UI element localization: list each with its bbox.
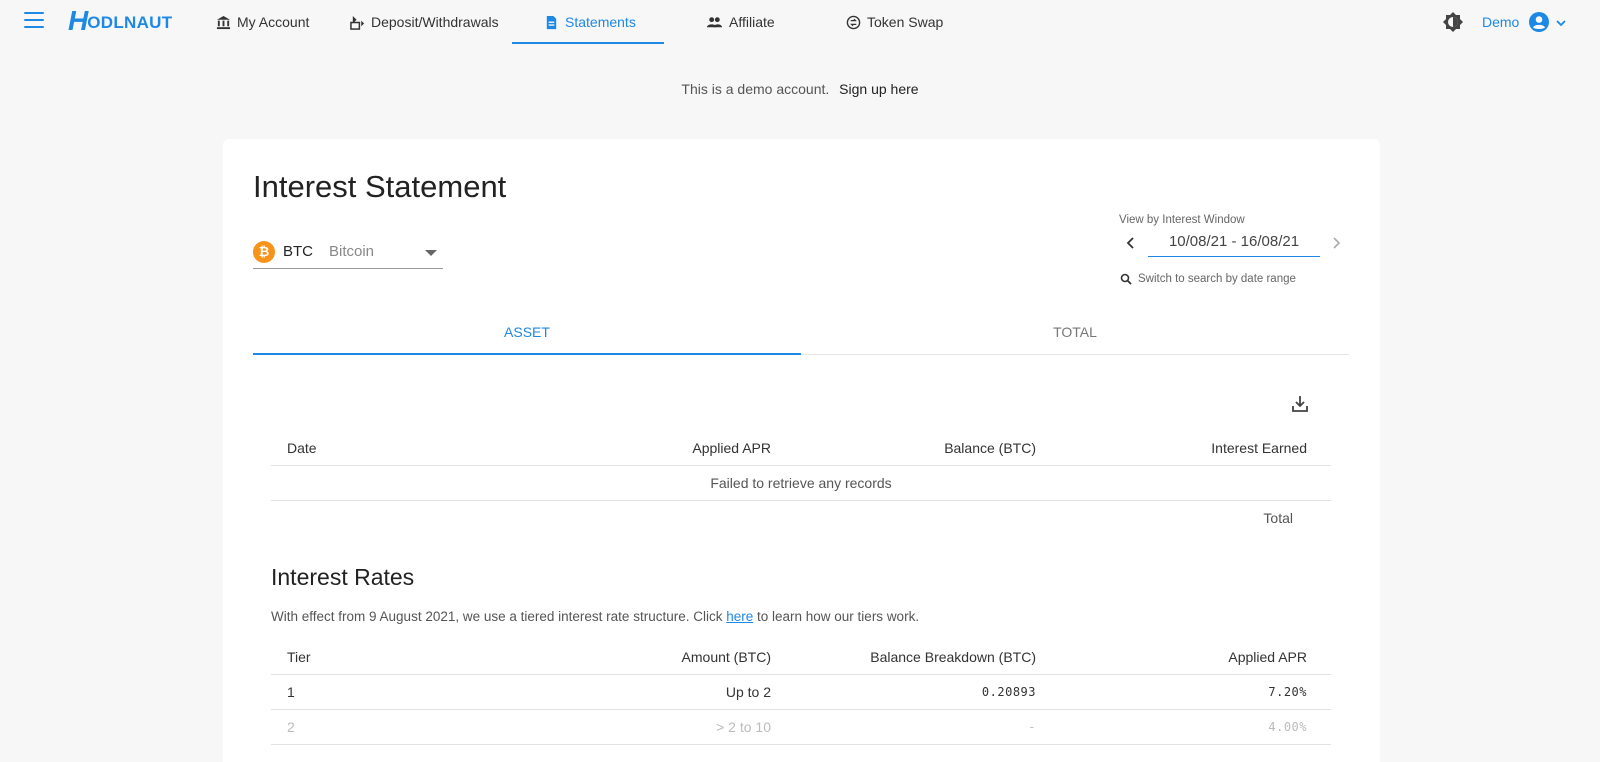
asset-name: Bitcoin xyxy=(329,243,375,260)
bank-icon xyxy=(216,15,231,30)
demo-text: This is a demo account. xyxy=(681,81,830,97)
statement-tabs: ASSET TOTAL xyxy=(253,309,1349,355)
logo-h: H xyxy=(68,5,89,36)
table-row: 1 Up to 2 0.20893 7.20% xyxy=(271,675,1331,710)
nav-my-account[interactable]: My Account xyxy=(216,0,309,44)
tab-total[interactable]: TOTAL xyxy=(801,309,1349,355)
interest-window-range[interactable]: 10/08/21 - 16/08/21 xyxy=(1148,229,1320,257)
top-nav: H ODLNAUT My Account Deposit/Withdrawals… xyxy=(0,0,1600,44)
swap-icon xyxy=(846,15,861,30)
tiers-info-link[interactable]: here xyxy=(726,609,753,624)
empty-message: Failed to retrieve any records xyxy=(710,475,892,491)
tier-cell: 2 xyxy=(287,719,295,735)
rates-header-row: Tier Amount (BTC) Balance Breakdown (BTC… xyxy=(271,640,1331,675)
table-row: 2 > 2 to 10 - 4.00% xyxy=(271,710,1331,745)
col-interest-earned: Interest Earned xyxy=(1211,440,1307,456)
col-balance: Balance (BTC) xyxy=(944,440,1036,456)
breakdown-cell: 0.20893 xyxy=(981,685,1036,699)
nav-label: Statements xyxy=(565,14,636,30)
sign-up-link[interactable]: Sign up here xyxy=(839,81,918,97)
account-circle-icon xyxy=(1529,12,1550,32)
document-icon xyxy=(544,15,559,30)
asset-select[interactable]: ₿ BTC Bitcoin xyxy=(253,235,443,269)
table-header-row: Date Applied APR Balance (BTC) Interest … xyxy=(271,431,1331,466)
nav-label: Token Swap xyxy=(867,14,944,30)
bitcoin-icon: ₿ xyxy=(253,240,275,263)
date-search-label: Switch to search by date range xyxy=(1138,273,1296,285)
apr-cell: 7.20% xyxy=(1268,685,1307,699)
tier-cell: 1 xyxy=(287,684,295,700)
search-icon xyxy=(1120,273,1132,285)
rates-title: Interest Rates xyxy=(271,564,415,590)
menu-icon[interactable] xyxy=(24,12,44,30)
table-total-row: Total xyxy=(271,501,1331,536)
table-empty-row: Failed to retrieve any records xyxy=(271,466,1331,501)
col-rate-apr: Applied APR xyxy=(1228,649,1307,665)
dropdown-caret-icon xyxy=(425,250,437,256)
logo-text: ODLNAUT xyxy=(87,13,173,32)
nav-label: Affiliate xyxy=(729,14,775,30)
nav-token-swap[interactable]: Token Swap xyxy=(846,0,943,44)
breakdown-cell: - xyxy=(1028,720,1036,734)
active-nav-indicator xyxy=(512,42,664,44)
rates-desc-after: to learn how our tiers work. xyxy=(753,609,920,624)
rates-description: With effect from 9 August 2021, we use a… xyxy=(271,609,919,624)
total-label: Total xyxy=(1263,510,1293,526)
apr-cell: 4.00% xyxy=(1268,720,1307,734)
date-range-search-toggle[interactable]: Switch to search by date range xyxy=(1120,273,1296,285)
download-icon[interactable] xyxy=(1289,393,1311,415)
nav-label: Deposit/Withdrawals xyxy=(371,14,499,30)
chevron-down-icon xyxy=(1555,16,1567,28)
chevron-right-icon[interactable] xyxy=(1328,233,1344,253)
user-menu[interactable]: Demo xyxy=(1482,0,1567,44)
asset-code: BTC xyxy=(283,243,313,260)
user-name: Demo xyxy=(1482,14,1520,30)
rates-desc-before: With effect from 9 August 2021, we use a… xyxy=(271,609,727,624)
people-icon xyxy=(706,15,723,30)
tab-asset[interactable]: ASSET xyxy=(253,309,801,355)
active-tab-indicator xyxy=(253,353,801,355)
window-label: View by Interest Window xyxy=(1119,214,1245,226)
chevron-left-icon[interactable] xyxy=(1123,233,1139,253)
theme-toggle-icon[interactable] xyxy=(1442,11,1464,33)
deposit-icon xyxy=(350,15,365,30)
col-tier: Tier xyxy=(287,649,311,665)
col-date: Date xyxy=(287,440,317,456)
nav-deposit-withdrawals[interactable]: Deposit/Withdrawals xyxy=(350,0,499,44)
statement-card: Interest Statement ₿ BTC Bitcoin View by… xyxy=(223,139,1380,762)
col-amount: Amount (BTC) xyxy=(681,649,771,665)
col-applied-apr: Applied APR xyxy=(692,440,771,456)
amount-cell: > 2 to 10 xyxy=(716,719,771,735)
page-title: Interest Statement xyxy=(253,169,507,204)
col-balance-breakdown: Balance Breakdown (BTC) xyxy=(870,649,1036,665)
nav-statements[interactable]: Statements xyxy=(544,0,636,44)
amount-cell: Up to 2 xyxy=(725,684,771,700)
nav-affiliate[interactable]: Affiliate xyxy=(706,0,775,44)
demo-banner: This is a demo account. Sign up here xyxy=(0,81,1600,97)
logo[interactable]: H ODLNAUT xyxy=(68,5,172,37)
nav-label: My Account xyxy=(237,14,310,30)
